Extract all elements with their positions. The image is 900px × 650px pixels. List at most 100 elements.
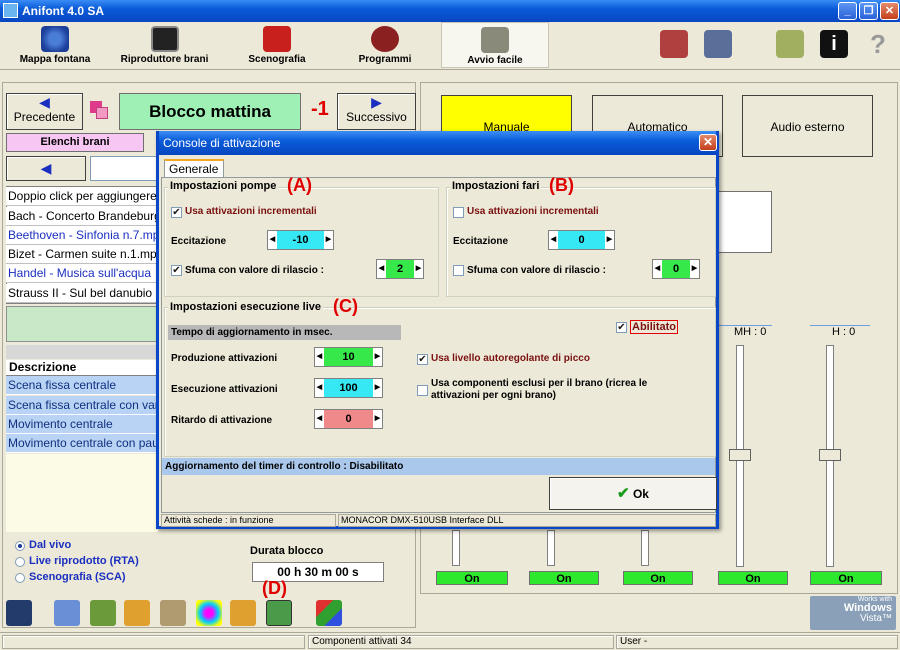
- color-wheel-icon[interactable]: [196, 600, 222, 626]
- list-item[interactable]: Doppio click per aggiungere: [6, 187, 158, 206]
- save-icon[interactable]: [6, 600, 32, 626]
- slider-track[interactable]: [452, 530, 460, 566]
- decrement-icon[interactable]: ◀: [315, 348, 324, 366]
- image-icon[interactable]: [160, 600, 186, 626]
- lights-excitation-value[interactable]: 0: [558, 231, 605, 249]
- lights-excitation-stepper[interactable]: ◀ 0 ▶: [548, 230, 615, 250]
- decrement-icon[interactable]: ◀: [315, 410, 324, 428]
- pumps-fade-checkbox[interactable]: ✔: [171, 265, 182, 276]
- decrement-icon[interactable]: ◀: [268, 231, 277, 249]
- execution-value[interactable]: 100: [324, 379, 373, 397]
- lights-incremental-checkbox[interactable]: [453, 207, 464, 218]
- toolbar-label: Avvio facile: [467, 55, 523, 66]
- pumps-fade-stepper[interactable]: ◀ 2 ▶: [376, 259, 424, 279]
- delay-stepper[interactable]: ◀ 0 ▶: [314, 409, 383, 429]
- hardware-config-icon[interactable]: [704, 30, 732, 58]
- toolbar-media-player[interactable]: Riproduttore brani: [112, 22, 217, 70]
- on-indicator[interactable]: On: [529, 571, 599, 585]
- toolbar-easy-start[interactable]: Avvio facile: [441, 22, 549, 68]
- decrement-icon[interactable]: ◀: [315, 379, 324, 397]
- on-indicator[interactable]: On: [436, 571, 508, 585]
- increment-icon[interactable]: ▶: [324, 231, 333, 249]
- increment-icon[interactable]: ▶: [373, 348, 382, 366]
- vista-line3: Vista™: [859, 613, 892, 624]
- pumps-excitation-stepper[interactable]: ◀ -10 ▶: [267, 230, 334, 250]
- production-value[interactable]: 10: [324, 348, 373, 366]
- toolbar-programs[interactable]: Programmi: [340, 22, 430, 70]
- excluded-components-checkbox[interactable]: [417, 385, 428, 396]
- slider-track[interactable]: [641, 530, 649, 566]
- next-label: Successivo: [346, 110, 407, 124]
- production-label: Produzione attivazioni: [171, 353, 278, 364]
- list-item[interactable]: Bach - Concerto Brandeburghese: [6, 207, 158, 226]
- self-regulating-checkbox[interactable]: ✔: [417, 354, 428, 365]
- list-selector[interactable]: [90, 156, 158, 181]
- live-enabled-checkbox[interactable]: ✔: [616, 322, 627, 333]
- duration-label: Durata blocco: [250, 545, 324, 557]
- list-back-button[interactable]: ◀: [6, 156, 86, 181]
- edit-icon[interactable]: [54, 600, 80, 626]
- lights-fade-stepper[interactable]: ◀ 0 ▶: [652, 259, 700, 279]
- info-icon[interactable]: i: [820, 30, 848, 58]
- radio-sca[interactable]: [15, 573, 25, 583]
- lights-incremental-label: Usa attivazioni incrementali: [467, 206, 599, 217]
- dialog-title-bar[interactable]: Console di attivazione ✕: [159, 131, 717, 155]
- lights-fade-value[interactable]: 0: [662, 260, 690, 278]
- help-icon[interactable]: ?: [864, 30, 892, 58]
- marker-a: (A): [287, 175, 312, 195]
- title-bar[interactable]: Anifont 4.0 SA _ ❐ ✕: [0, 0, 900, 22]
- decrement-icon[interactable]: ◀: [549, 231, 558, 249]
- increment-icon[interactable]: ▶: [690, 260, 699, 278]
- tab-general[interactable]: Generale: [164, 159, 224, 177]
- on-indicator[interactable]: On: [718, 571, 788, 585]
- tab-song-lists[interactable]: Elenchi brani: [6, 133, 144, 152]
- increment-icon[interactable]: ▶: [605, 231, 614, 249]
- h-slider-thumb[interactable]: [819, 449, 841, 461]
- rubik-cube-icon[interactable]: [316, 600, 342, 626]
- lights-fade-checkbox[interactable]: [453, 265, 464, 276]
- table-row[interactable]: Movimento centrale con pausa: [6, 434, 158, 453]
- block-drop-area[interactable]: [6, 306, 158, 342]
- external-audio-button[interactable]: Audio esterno: [742, 95, 873, 157]
- maximize-button[interactable]: ❐: [859, 2, 878, 20]
- user-icon[interactable]: [124, 600, 150, 626]
- next-button[interactable]: ▶ Successivo: [337, 93, 416, 130]
- toolbar-scenography[interactable]: Scenografia: [232, 22, 322, 70]
- table-row[interactable]: Scena fissa centrale con variazioni: [6, 396, 158, 415]
- decrement-icon[interactable]: ◀: [377, 260, 386, 278]
- close-button[interactable]: ✕: [880, 2, 899, 20]
- decrement-icon[interactable]: ◀: [653, 260, 662, 278]
- previous-button[interactable]: ◀ Precedente: [6, 93, 83, 130]
- dialog-close-button[interactable]: ✕: [699, 134, 717, 151]
- pumps-incremental-checkbox[interactable]: ✔: [171, 207, 182, 218]
- pumps-fade-value[interactable]: 2: [386, 260, 414, 278]
- music-settings-icon[interactable]: [660, 30, 688, 58]
- list-item[interactable]: Strauss II - Sul bel danubio blu: [6, 284, 158, 303]
- delay-value[interactable]: 0: [324, 410, 373, 428]
- execution-stepper[interactable]: ◀ 100 ▶: [314, 378, 383, 398]
- slider-track[interactable]: [547, 530, 555, 566]
- ok-button[interactable]: ✔ Ok: [549, 477, 717, 510]
- radio-live[interactable]: [15, 541, 25, 551]
- table-row[interactable]: Movimento centrale: [6, 415, 158, 434]
- production-stepper[interactable]: ◀ 10 ▶: [314, 347, 383, 367]
- mask-icon[interactable]: [230, 600, 256, 626]
- mh-slider-thumb[interactable]: [729, 449, 751, 461]
- on-indicator[interactable]: On: [810, 571, 882, 585]
- increment-icon[interactable]: ▶: [373, 410, 382, 428]
- increment-icon[interactable]: ▶: [414, 260, 423, 278]
- chart-icon[interactable]: [90, 600, 116, 626]
- pumps-excitation-value[interactable]: -10: [277, 231, 324, 249]
- radio-rta[interactable]: [15, 557, 25, 567]
- list-item[interactable]: Handel - Musica sull'acqua: [6, 264, 158, 283]
- minimize-button[interactable]: _: [838, 2, 857, 20]
- toolbar-fountain-map[interactable]: Mappa fontana: [10, 22, 100, 70]
- preview-box: [718, 191, 772, 253]
- table-row[interactable]: Scena fissa centrale: [6, 376, 158, 395]
- increment-icon[interactable]: ▶: [373, 379, 382, 397]
- list-item[interactable]: Bizet - Carmen suite n.1.mp3: [6, 245, 158, 264]
- activation-console-icon[interactable]: [266, 600, 292, 626]
- on-indicator[interactable]: On: [623, 571, 693, 585]
- checklist-icon[interactable]: [776, 30, 804, 58]
- list-item[interactable]: Beethoven - Sinfonia n.7.mp3: [6, 226, 158, 245]
